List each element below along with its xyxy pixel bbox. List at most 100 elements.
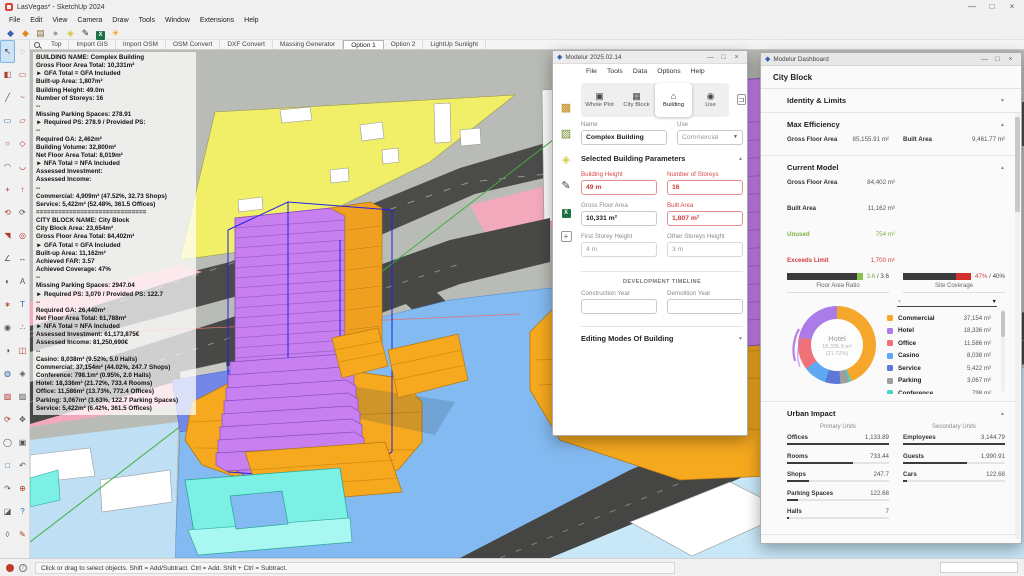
pen-icon[interactable]: ✎: [79, 28, 92, 39]
scene-tab[interactable]: Import OSM: [116, 40, 166, 49]
tool-lasso[interactable]: ◌: [15, 40, 30, 63]
tool-rotate[interactable]: ⟲: [0, 201, 15, 224]
search-icon[interactable]: [30, 40, 44, 49]
dialog-close-button[interactable]: ×: [730, 54, 743, 61]
sunlight-icon[interactable]: ☀: [109, 28, 122, 39]
dialog-tab[interactable]: ⌂ Building: [655, 83, 692, 117]
scene-tab[interactable]: Import GIS: [69, 40, 115, 49]
window-maximize-button[interactable]: □: [982, 0, 1002, 14]
tool-protractor[interactable]: ◐: [0, 270, 15, 293]
tool-previous-view[interactable]: ↶: [15, 454, 30, 477]
dialog-maximize-button[interactable]: □: [717, 54, 730, 61]
menu-item[interactable]: Draw: [107, 17, 133, 24]
menu-item[interactable]: File: [4, 17, 25, 24]
tool-rotated-rectangle[interactable]: ▱: [15, 109, 30, 132]
dialog-minimize-button[interactable]: —: [704, 54, 717, 61]
tool-zoom-extents[interactable]: □: [0, 454, 15, 477]
tool-axes[interactable]: ∗: [0, 293, 15, 316]
layers-cube-icon[interactable]: ▤: [34, 28, 47, 39]
menu-item[interactable]: Help: [239, 17, 263, 24]
tool-dimension[interactable]: ↔: [15, 247, 30, 270]
tool-extra-2[interactable]: ✎: [15, 523, 30, 546]
tool-push-pull[interactable]: ↑: [15, 178, 30, 201]
timeline-input[interactable]: [667, 299, 743, 314]
add-item-button[interactable]: +: [561, 231, 572, 242]
dashboard-maximize-button[interactable]: □: [991, 56, 1004, 63]
legend-row[interactable]: Conference 798 m²: [887, 387, 991, 394]
tool-polygon[interactable]: ◇: [15, 132, 30, 155]
dialog-menu-item[interactable]: Help: [686, 68, 710, 75]
terrain-diamond-icon[interactable]: ◈: [64, 28, 77, 39]
tool-section-plane[interactable]: ◫: [15, 339, 30, 362]
tool-follow-me[interactable]: ⟳: [15, 201, 30, 224]
tool-zoom[interactable]: ◯: [0, 431, 15, 454]
tool-styles[interactable]: ▨: [15, 385, 30, 408]
tool-zoom-window[interactable]: ▣: [15, 431, 30, 454]
legend-row[interactable]: Hotel 18,336 m²: [887, 325, 991, 338]
measurements-box[interactable]: [940, 562, 1018, 573]
chevron-up-icon[interactable]: ▲: [1000, 165, 1005, 171]
tool-toggle-terrain[interactable]: ◈: [15, 362, 30, 385]
legend-row[interactable]: Parking 3,067 m²: [887, 375, 991, 388]
dialog-menu-item[interactable]: Tools: [602, 68, 628, 75]
modelur-cube-icon[interactable]: ◆: [4, 28, 17, 39]
tool-look-around[interactable]: ◑: [0, 339, 15, 362]
tool-circle[interactable]: ○: [0, 132, 15, 155]
param-input[interactable]: 49 m: [581, 180, 657, 195]
chevron-down-icon[interactable]: ▼: [1000, 98, 1005, 104]
menu-item[interactable]: Edit: [25, 17, 47, 24]
dialog-menu-item[interactable]: File: [581, 68, 602, 75]
menu-item[interactable]: View: [47, 17, 72, 24]
scene-tab[interactable]: LightUp Sunlight: [423, 40, 486, 49]
tool-pan[interactable]: ✥: [15, 408, 30, 431]
tool-offset[interactable]: ◎: [15, 224, 30, 247]
scene-tab[interactable]: OSM Convert: [166, 40, 220, 49]
excel-export-icon[interactable]: X: [562, 205, 571, 218]
tool-rectangle[interactable]: ▭: [0, 109, 15, 132]
legend-mode-select[interactable]: ▼ ▼: [897, 299, 997, 307]
legend-row[interactable]: Office 11,586 m²: [887, 337, 991, 350]
tool-text[interactable]: A: [15, 270, 30, 293]
legend-row[interactable]: Commercial 37,154 m²: [887, 312, 991, 325]
tool-next-view[interactable]: ↷: [0, 477, 15, 500]
legend-scrollbar[interactable]: [1001, 309, 1005, 392]
section-identity-limits[interactable]: Identity & Limits▼: [761, 89, 1021, 113]
new-tab-button[interactable]: ⊐: [737, 94, 746, 105]
gfa-donut-chart[interactable]: Hotel 18,335.9 m² (21.72%): [787, 299, 887, 391]
geolocation-status-icon[interactable]: [6, 564, 14, 572]
chevron-up-icon[interactable]: ▲: [1000, 411, 1005, 417]
legend-row[interactable]: Casino 8,038 m²: [887, 350, 991, 363]
scene-tab[interactable]: Top: [44, 40, 69, 49]
scene-tab[interactable]: Option 2: [384, 40, 424, 49]
legend-row[interactable]: Service 5,422 m²: [887, 362, 991, 375]
chevron-up-icon[interactable]: ▲: [1000, 122, 1005, 128]
window-minimize-button[interactable]: —: [962, 0, 982, 14]
menu-item[interactable]: Window: [160, 17, 195, 24]
param-input[interactable]: 4 m: [581, 242, 657, 257]
tool-two-point-arc[interactable]: ◡: [15, 155, 30, 178]
tool-extra-1[interactable]: ◊: [0, 523, 15, 546]
menu-item[interactable]: Camera: [72, 17, 107, 24]
tool-photo-match[interactable]: ▧: [0, 385, 15, 408]
building-name-input[interactable]: Complex Building: [581, 130, 667, 145]
city-block-layers-icon[interactable]: ▨: [561, 127, 571, 140]
tool-eraser[interactable]: ▭: [15, 63, 30, 86]
cyan-c-building[interactable]: [185, 468, 352, 555]
draw-pencil-icon[interactable]: ✎: [561, 179, 570, 192]
tool-move[interactable]: +: [0, 178, 15, 201]
dialog-tab[interactable]: ▣ Whole Plot: [581, 83, 618, 117]
dialog-menu-item[interactable]: Data: [628, 68, 652, 75]
tool-position-camera[interactable]: ◉: [0, 316, 15, 339]
dialog-menu-item[interactable]: Options: [652, 68, 685, 75]
scene-tab[interactable]: Option 1: [343, 40, 384, 49]
tool-orbit[interactable]: ⟳: [0, 408, 15, 431]
dashboard-close-button[interactable]: ×: [1004, 56, 1017, 63]
scene-tab[interactable]: DXF Convert: [220, 40, 273, 49]
urban-block-icon[interactable]: ◆: [19, 28, 32, 39]
dashboard-scrollbar[interactable]: [1015, 113, 1020, 539]
modelur-dialog-titlebar[interactable]: ◆ Modelur 2025.02.14 — □ ×: [553, 51, 747, 64]
tool-help[interactable]: ?: [15, 500, 30, 523]
tool-tape-measure[interactable]: ∠: [0, 247, 15, 270]
tool-position[interactable]: ⊕: [15, 477, 30, 500]
window-close-button[interactable]: ×: [1002, 0, 1022, 14]
